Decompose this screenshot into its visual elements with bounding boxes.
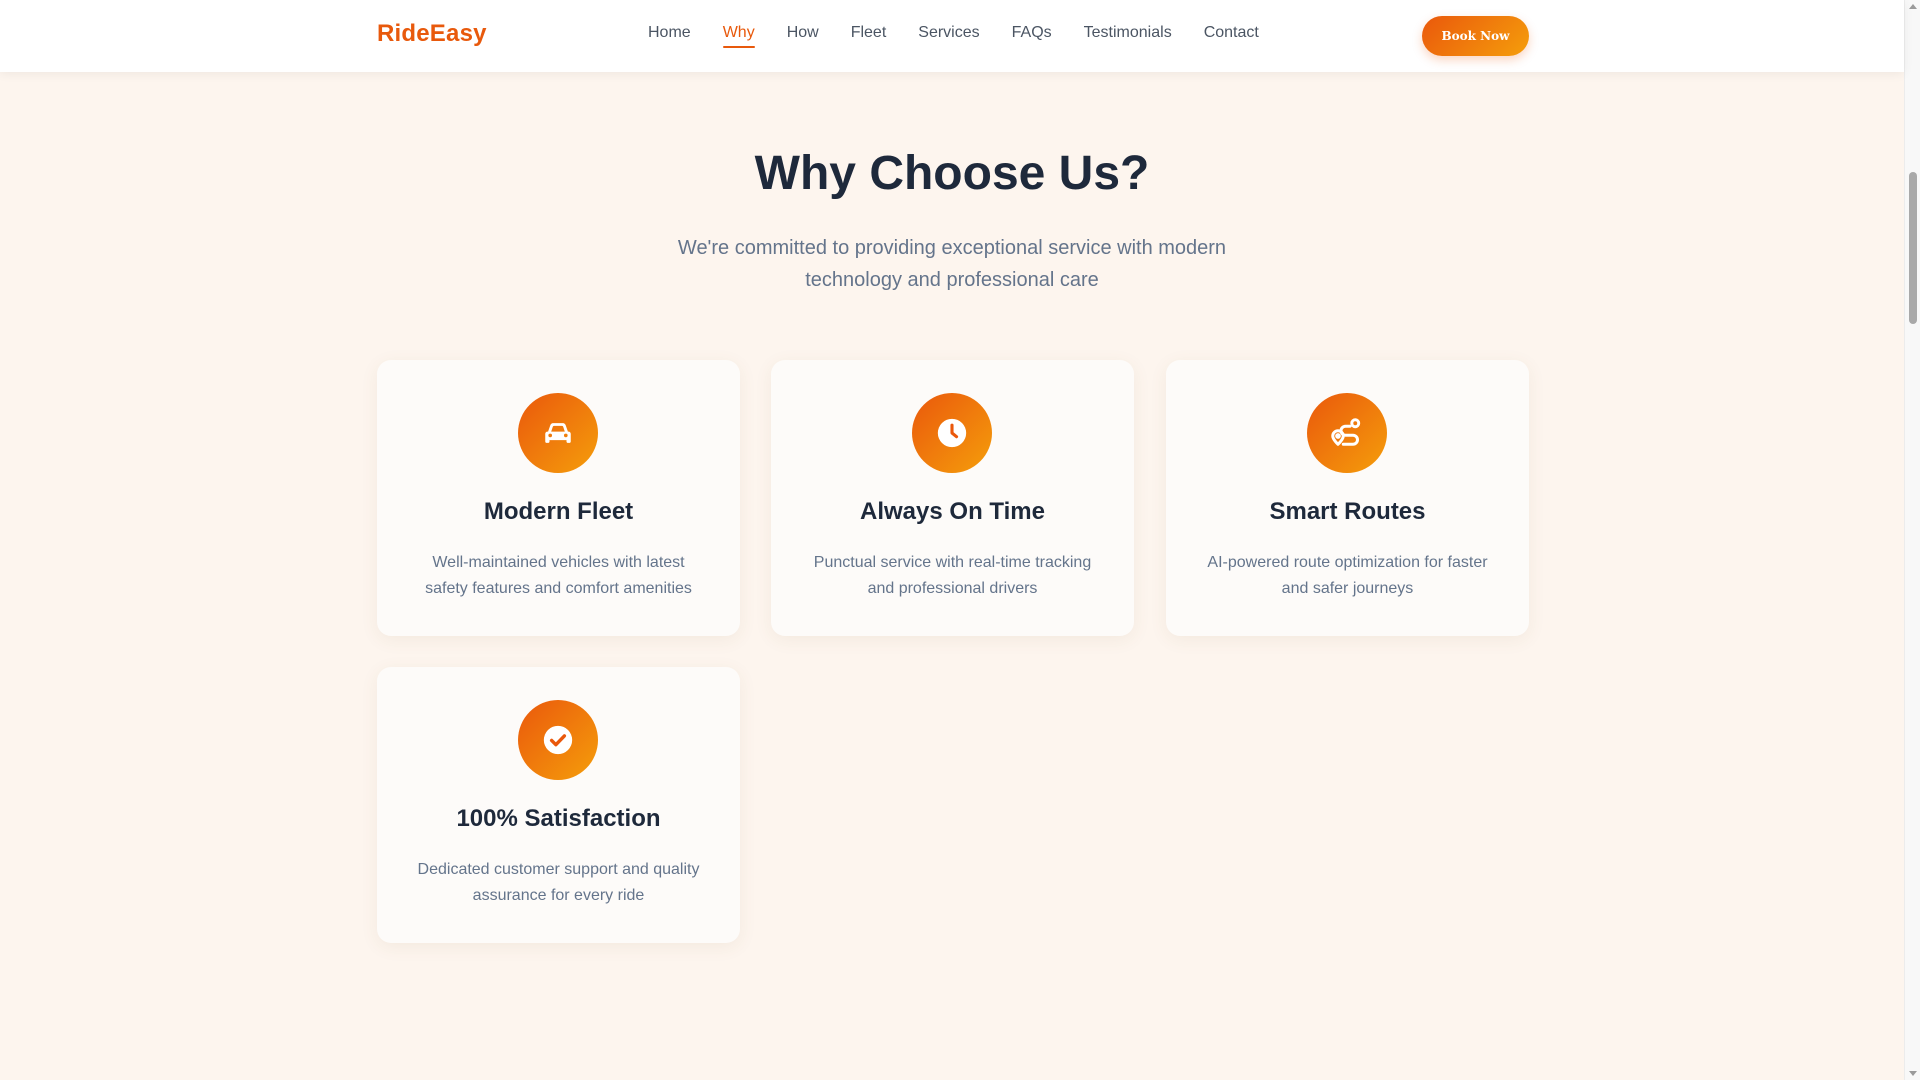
main-nav: Home Why How Fleet Services FAQs Testimo…: [648, 24, 1259, 48]
feature-description: Dedicated customer support and quality a…: [417, 861, 700, 904]
check-circle-icon: [518, 700, 598, 780]
nav-item-testimonials[interactable]: Testimonials: [1084, 24, 1172, 46]
site-header: RideEasy Home Why How Fleet Services FAQ…: [0, 0, 1904, 72]
section-subtitle: We're committed to providing exceptional…: [677, 237, 1227, 291]
feature-description: Well-maintained vehicles with latest saf…: [425, 554, 692, 597]
feature-title: Modern Fleet: [483, 498, 634, 525]
feature-title: Always On Time: [860, 498, 1045, 525]
feature-card-always-on-time: Always On Time Punctual service with rea…: [771, 360, 1134, 636]
nav-item-how[interactable]: How: [787, 24, 819, 46]
book-now-button[interactable]: Book Now: [1422, 16, 1529, 56]
nav-item-home[interactable]: Home: [648, 24, 691, 46]
nav-item-faqs[interactable]: FAQs: [1012, 24, 1052, 46]
brand-logo[interactable]: RideEasy: [377, 20, 487, 48]
route-icon: [1307, 393, 1387, 473]
nav-item-contact[interactable]: Contact: [1204, 24, 1259, 46]
feature-title: Smart Routes: [1269, 498, 1426, 525]
feature-card-smart-routes: Smart Routes AI-powered route optimizati…: [1166, 360, 1529, 636]
feature-title: 100% Satisfaction: [456, 805, 661, 832]
car-icon: [518, 393, 598, 473]
feature-card-satisfaction: 100% Satisfaction Dedicated customer sup…: [377, 667, 740, 943]
nav-item-fleet[interactable]: Fleet: [851, 24, 887, 46]
feature-description: AI-powered route optimization for faster…: [1207, 554, 1488, 597]
scrollbar-thumb[interactable]: [1909, 172, 1917, 324]
section-title: Why Choose Us?: [754, 147, 1150, 200]
page-scrollbar[interactable]: [1904, 0, 1920, 1080]
nav-item-why[interactable]: Why: [722, 24, 755, 48]
scroll-down-arrow-icon[interactable]: [1909, 1071, 1917, 1076]
scroll-up-arrow-icon[interactable]: [1909, 4, 1917, 9]
clock-icon: [912, 393, 992, 473]
nav-item-services[interactable]: Services: [918, 24, 979, 46]
feature-description: Punctual service with real-time tracking…: [813, 554, 1092, 597]
feature-card-modern-fleet: Modern Fleet Well-maintained vehicles wi…: [377, 360, 740, 636]
